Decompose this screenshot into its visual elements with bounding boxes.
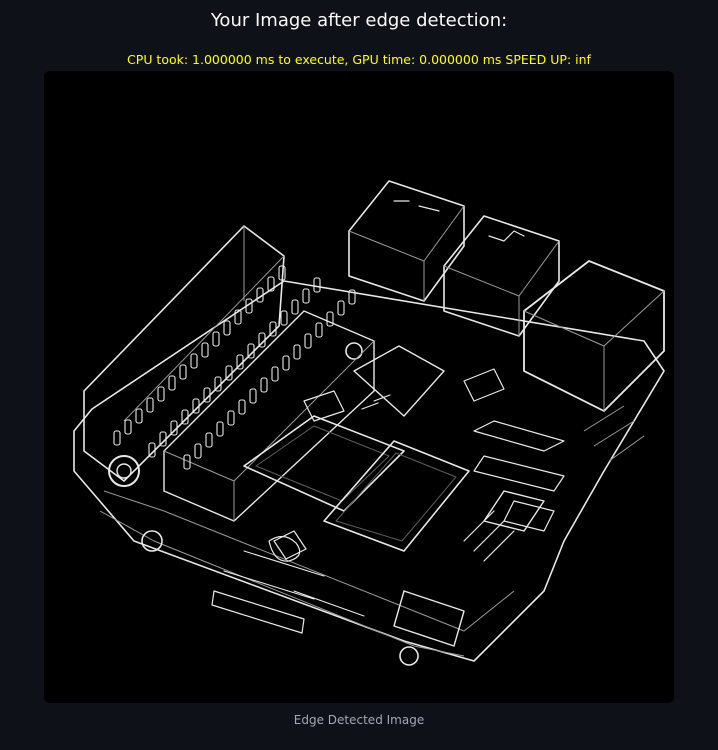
image-caption: Edge Detected Image: [293, 713, 425, 727]
timing-readout: CPU took: 1.000000 ms to execute, GPU ti…: [127, 52, 591, 67]
edge-image-drawing: [44, 71, 674, 703]
app-page: Your Image after edge detection: CPU too…: [0, 0, 718, 750]
page-title: Your Image after edge detection:: [210, 10, 508, 31]
edge-detected-image: [44, 71, 674, 703]
